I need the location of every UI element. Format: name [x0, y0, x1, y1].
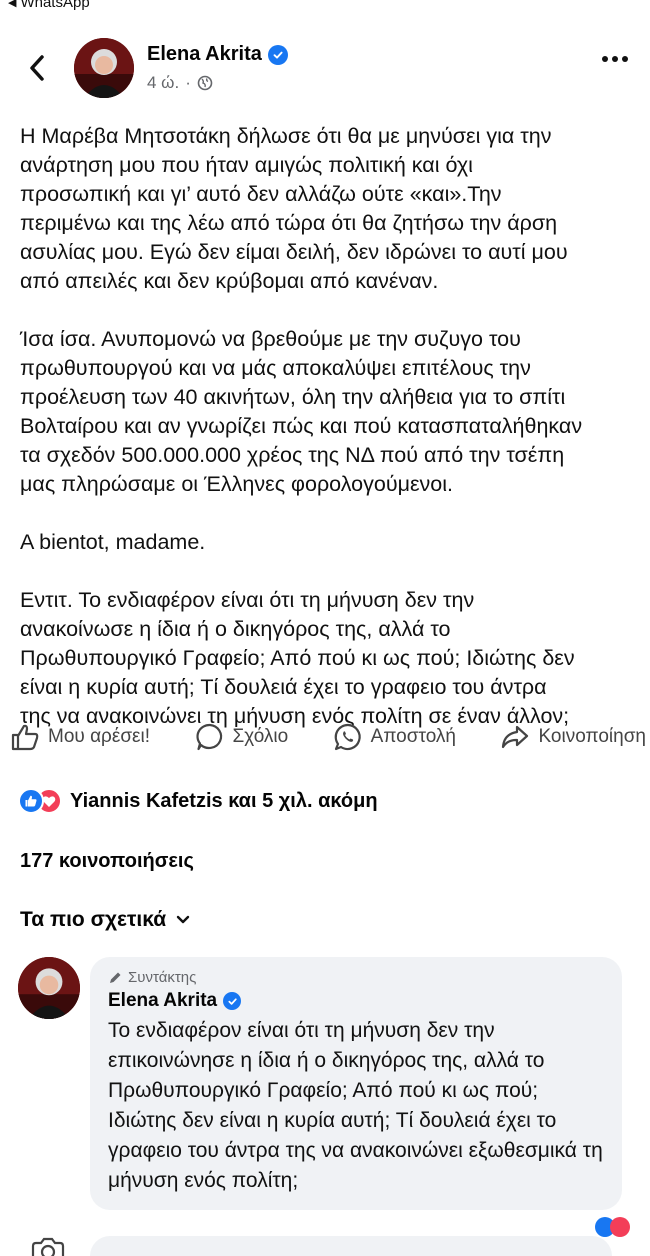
comment-text: Το ενδιαφέρον είναι ότι τη μήνυση δεν τη… — [108, 1019, 603, 1192]
share-label: Κοινοποίηση — [538, 726, 646, 747]
thumbs-up-icon — [11, 724, 39, 751]
author-role-label: Συντάκτης — [128, 969, 197, 986]
back-to-whatsapp[interactable]: ◀ WhatsApp — [8, 0, 90, 11]
more-dot-icon — [622, 56, 628, 62]
post-paragraph: Εντιτ. Το ενδιαφέρον είναι ότι τη μήνυση… — [20, 588, 575, 728]
commenter-name-row[interactable]: Elena Akrita — [108, 990, 606, 1012]
post-header: Elena Akrita 4 ώ. · — [0, 36, 650, 106]
reactions-summary[interactable]: Yiannis Kafetzis και 5 χιλ. ακόμη — [18, 788, 378, 814]
more-options-button[interactable] — [602, 56, 628, 62]
comment-reaction-icons — [595, 1217, 630, 1237]
share-arrow-icon — [502, 725, 529, 749]
like-reaction-icon — [18, 788, 44, 814]
commenter-avatar[interactable] — [18, 957, 80, 1019]
comment-label: Σχόλιο — [232, 726, 289, 747]
back-button[interactable] — [22, 48, 52, 88]
comment-button[interactable]: Σχόλιο — [195, 722, 289, 752]
comment-sort-dropdown[interactable]: Τα πιο σχετικά — [20, 908, 190, 932]
post-paragraph: Ίσα ίσα. Ανυπομονώ να βρεθούμε με την συ… — [20, 327, 583, 496]
author-name-row[interactable]: Elena Akrita — [147, 43, 288, 66]
post-time[interactable]: 4 ώ. — [147, 73, 179, 93]
more-dot-icon — [602, 56, 608, 62]
send-button[interactable]: Αποστολή — [333, 722, 456, 752]
post-text: Η Μαρέβα Μητσοτάκη δήλωσε ότι θα με μηνύ… — [20, 122, 640, 760]
author-role-badge: Συντάκτης — [108, 969, 606, 986]
send-label: Αποστολή — [370, 726, 456, 747]
back-triangle-icon: ◀ — [8, 0, 17, 9]
comment-bubble: Συντάκτης Elena Akrita Το ενδιαφέρον είν… — [90, 957, 622, 1210]
whatsapp-icon — [334, 723, 361, 751]
share-button[interactable]: Κοινοποίηση — [500, 724, 646, 750]
shares-count[interactable]: 177 κοινοποιήσεις — [20, 850, 194, 873]
back-app-label: WhatsApp — [20, 0, 90, 11]
more-dot-icon — [612, 56, 618, 62]
pencil-icon — [110, 972, 121, 983]
reactions-summary-text: Yiannis Kafetzis και 5 χιλ. ακόμη — [70, 789, 378, 812]
post-paragraph: Η Μαρέβα Μητσοτάκη δήλωσε ότι θα με μηνύ… — [20, 124, 568, 293]
verified-badge-icon — [267, 44, 288, 65]
comment-input[interactable] — [90, 1236, 612, 1256]
comment-bubble-icon — [195, 723, 222, 751]
sort-label: Τα πιο σχετικά — [20, 908, 167, 931]
post-paragraph: A bientot, madame. — [20, 530, 206, 554]
post-meta: 4 ώ. · — [147, 73, 213, 93]
post-actions-bar: Μου αρέσει! Σχόλιο Αποστολή Κοινοποίηση — [10, 722, 646, 752]
like-button[interactable]: Μου αρέσει! — [10, 723, 150, 751]
like-label: Μου αρέσει! — [48, 726, 151, 747]
verified-badge-icon — [223, 992, 242, 1010]
author-avatar[interactable] — [74, 38, 134, 98]
love-reaction-icon — [610, 1217, 630, 1237]
author-name[interactable]: Elena Akrita — [147, 43, 262, 66]
comment-input-bar — [0, 1236, 650, 1256]
reaction-icons — [18, 788, 62, 814]
camera-icon[interactable] — [30, 1236, 66, 1256]
chevron-left-icon — [30, 55, 44, 81]
meta-dot: · — [185, 73, 191, 92]
chevron-down-icon — [176, 915, 190, 924]
commenter-name[interactable]: Elena Akrita — [108, 990, 217, 1012]
globe-icon — [197, 75, 213, 91]
